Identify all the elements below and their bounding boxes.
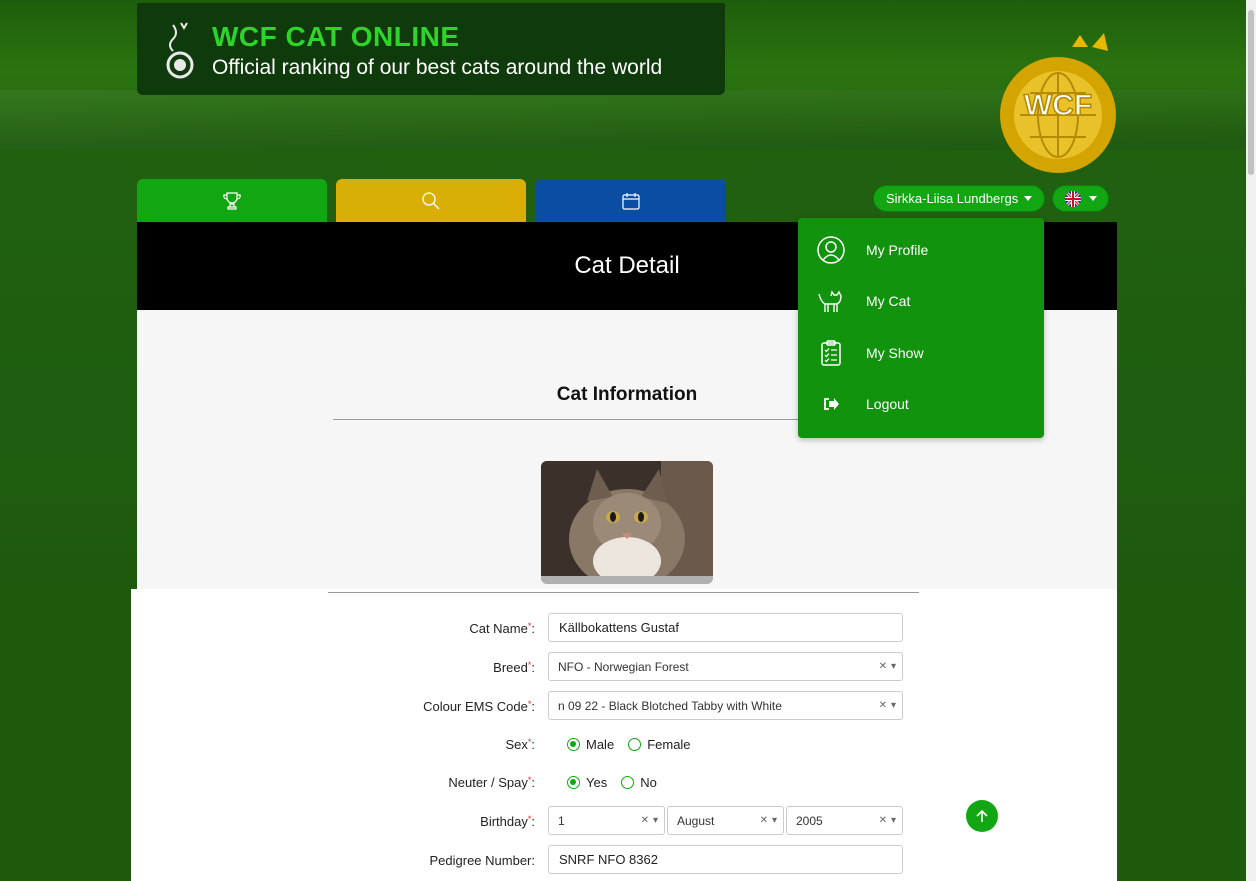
- cat-name-label: Cat Name*:: [469, 621, 535, 636]
- menu-item-my-profile[interactable]: My Profile: [798, 230, 1044, 270]
- scroll-to-top-button[interactable]: [966, 800, 998, 832]
- pedigree-input[interactable]: SNRF NFO 8362: [548, 845, 903, 874]
- cat-logo-icon: [166, 22, 194, 79]
- sex-radio-group: Male Female: [567, 737, 691, 752]
- cat-icon: [816, 286, 846, 316]
- sex-label: Sex*:: [505, 737, 535, 752]
- colour-select[interactable]: n 09 22 - Black Blotched Tabby with Whit…: [548, 691, 903, 720]
- user-icon: [816, 235, 846, 265]
- chevron-down-icon: ▾: [771, 815, 777, 826]
- breed-select[interactable]: NFO - Norwegian Forest ✕ ▾: [548, 652, 903, 681]
- radio-female[interactable]: Female: [628, 737, 691, 752]
- logo-text: WCF: [1024, 89, 1092, 122]
- trophy-icon: [223, 192, 241, 210]
- radio-no[interactable]: No: [621, 775, 657, 790]
- uk-flag-icon: [1064, 190, 1081, 207]
- page-header-region: WCF CAT ONLINE Official ranking of our b…: [0, 0, 1256, 589]
- scrollbar-thumb[interactable]: [1248, 10, 1254, 175]
- site-subtitle: Official ranking of our best cats around…: [212, 56, 663, 79]
- language-selector[interactable]: [1052, 185, 1109, 212]
- clear-icon[interactable]: ✕: [760, 815, 768, 826]
- tab-ranking[interactable]: [137, 179, 327, 223]
- chevron-down-icon: ▾: [890, 815, 896, 826]
- birthday-day-select[interactable]: 1 ✕ ▾: [548, 806, 665, 835]
- page-title: Cat Detail: [574, 252, 680, 279]
- neuter-radio-group: Yes No: [567, 775, 657, 790]
- divider: [328, 592, 919, 593]
- logout-icon: [816, 389, 846, 419]
- menu-item-my-show[interactable]: My Show: [798, 333, 1044, 373]
- scrollbar[interactable]: [1246, 589, 1256, 881]
- clear-icon[interactable]: ✕: [641, 815, 649, 826]
- site-banner[interactable]: WCF CAT ONLINE Official ranking of our b…: [137, 3, 725, 95]
- clipboard-icon: [816, 338, 846, 368]
- breed-label: Breed*:: [493, 660, 535, 675]
- clear-icon[interactable]: ✕: [879, 661, 887, 672]
- caret-down-icon: [1024, 196, 1033, 201]
- neuter-label: Neuter / Spay*:: [448, 775, 535, 790]
- site-title: WCF CAT ONLINE: [212, 21, 460, 52]
- birthday-label: Birthday*:: [480, 814, 535, 829]
- cat-name-input[interactable]: Källbokattens Gustaf: [548, 613, 903, 642]
- user-name: Sirkka-Liisa Lundbergs: [886, 191, 1019, 206]
- form-region: Cat Name*: Källbokattens Gustaf Breed*: …: [0, 589, 1256, 881]
- tab-calendar[interactable]: [536, 179, 726, 223]
- pedigree-label: Pedigree Number:: [429, 853, 536, 868]
- birthday-month-select[interactable]: August ✕ ▾: [667, 806, 784, 835]
- radio-male[interactable]: Male: [567, 737, 614, 752]
- cat-form: Cat Name*: Källbokattens Gustaf Breed*: …: [131, 589, 1117, 881]
- tab-search[interactable]: [336, 179, 526, 223]
- cat-photo[interactable]: [541, 461, 713, 583]
- radio-yes[interactable]: Yes: [567, 775, 607, 790]
- chevron-down-icon: ▾: [890, 700, 896, 711]
- chevron-down-icon: ▾: [890, 661, 896, 672]
- search-icon: [422, 192, 440, 210]
- clear-icon[interactable]: ✕: [879, 815, 887, 826]
- chevron-down-icon: ▾: [652, 815, 658, 826]
- caret-down-icon: [1088, 196, 1097, 201]
- birthday-year-select[interactable]: 2005 ✕ ▾: [786, 806, 903, 835]
- user-dropdown-menu: My Profile My Cat My Show Logout: [798, 218, 1044, 438]
- wcf-logo-icon[interactable]: WCF: [980, 33, 1120, 183]
- menu-item-my-cat[interactable]: My Cat: [798, 281, 1044, 321]
- user-menu-button[interactable]: Sirkka-Liisa Lundbergs: [873, 185, 1046, 212]
- colour-label: Colour EMS Code*:: [423, 699, 535, 714]
- calendar-icon: [622, 193, 640, 210]
- arrow-up-icon: [976, 809, 988, 822]
- cat-image: [541, 461, 713, 583]
- menu-item-logout[interactable]: Logout: [798, 384, 1044, 424]
- clear-icon[interactable]: ✕: [879, 700, 887, 711]
